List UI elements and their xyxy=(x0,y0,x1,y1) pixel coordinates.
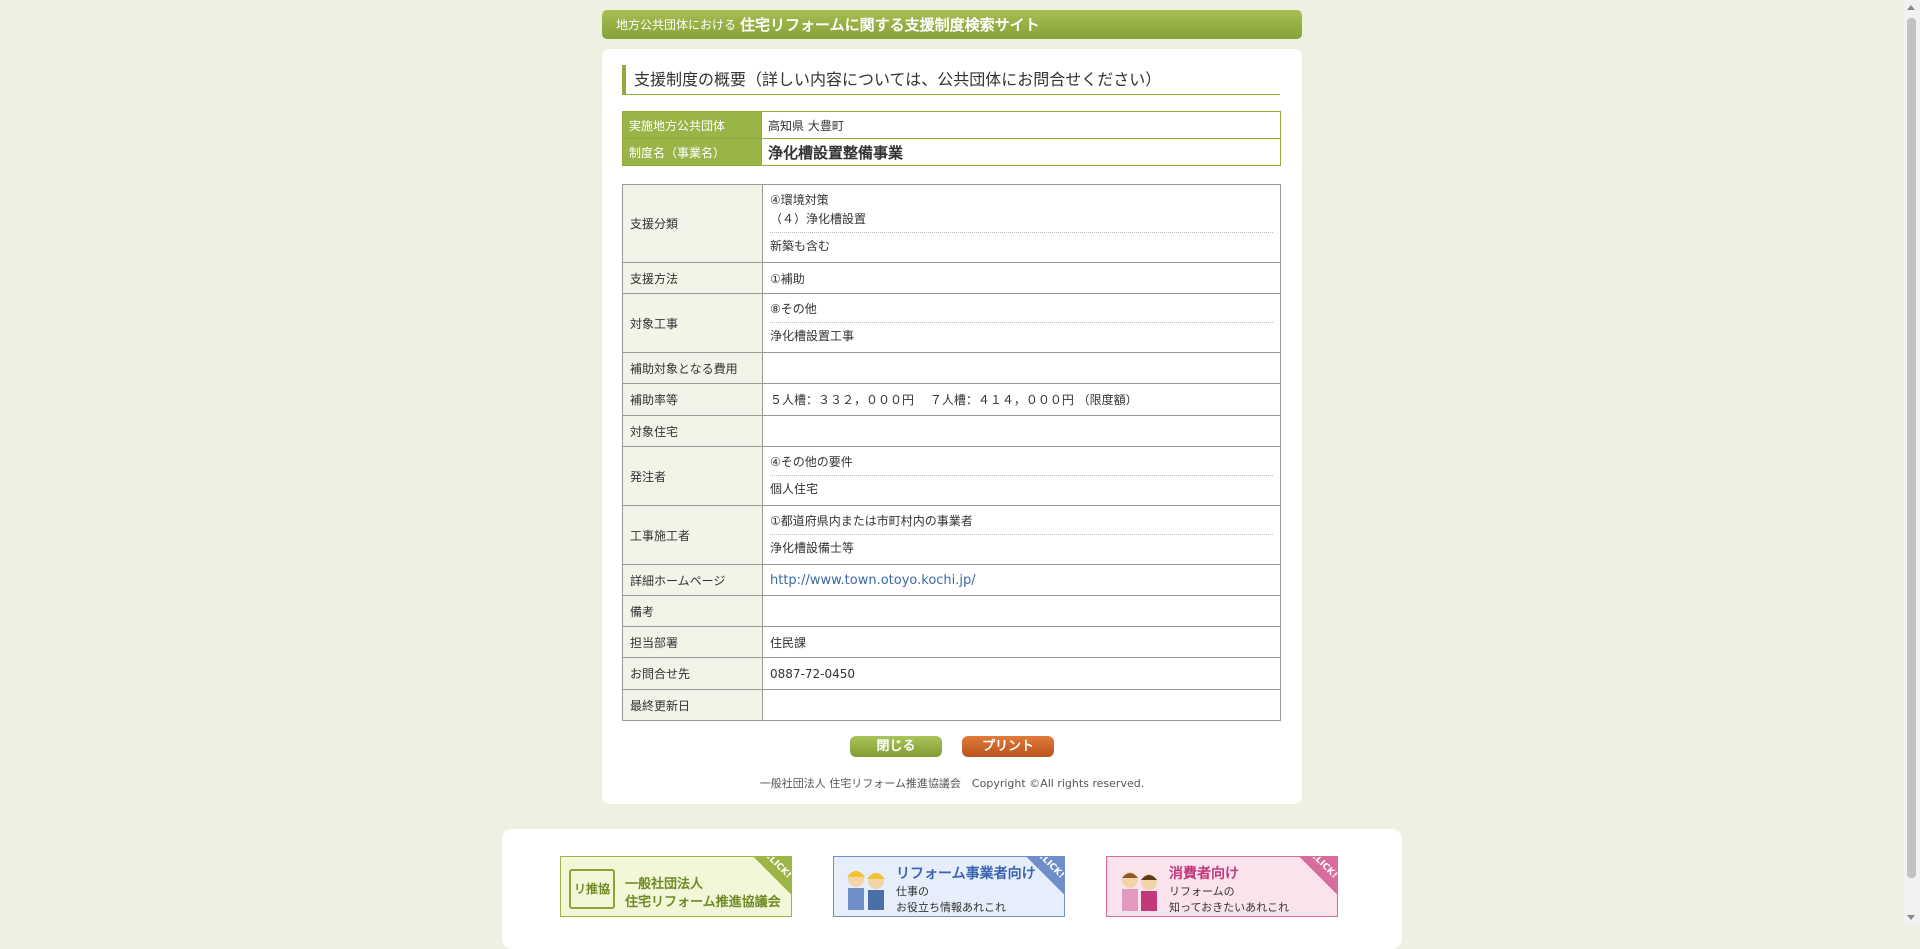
contractor-value: ①都道府県内または市町村内の事業者 浄化槽設備士等 xyxy=(762,505,1281,565)
summary-table: 実施地方公共団体 高知県 大豊町 制度名（事業名） 浄化槽設置整備事業 xyxy=(622,111,1281,166)
homepage-link[interactable]: http://www.town.otoyo.kochi.jp/ xyxy=(770,573,976,588)
target-work-label: 対象工事 xyxy=(622,293,763,353)
copyright-text: 一般社団法人 住宅リフォーム推進協議会 Copyright ©All right… xyxy=(759,777,1145,790)
table-row: 実施地方公共団体 高知県 大豊町 xyxy=(622,111,1281,139)
rate-value: ５人槽：３３２，０００円 ７人槽：４１４，０００円 （限度額） xyxy=(762,383,1281,416)
table-row: 担当部署 住民課 xyxy=(622,626,1281,658)
consumers-icon xyxy=(1122,872,1157,911)
target-work-note: 浄化槽設置工事 xyxy=(770,329,855,343)
target-house-value xyxy=(762,415,1281,447)
table-row: 対象住宅 xyxy=(622,415,1281,447)
table-row: 備考 xyxy=(622,595,1281,627)
table-row: 支援分類 ④環境対策 （４）浄化槽設置 新築も含む xyxy=(622,184,1281,263)
target-work-main: ⑧その他 xyxy=(770,302,817,316)
table-row: 対象工事 ⑧その他 浄化槽設置工事 xyxy=(622,293,1281,353)
contact-value: 0887-72-0450 xyxy=(762,657,1281,690)
program-label: 制度名（事業名） xyxy=(622,138,762,166)
scrollbar-thumb[interactable] xyxy=(1907,18,1916,878)
divider xyxy=(770,322,1273,323)
target-work-value: ⑧その他 浄化槽設置工事 xyxy=(762,293,1281,353)
municipality-value: 高知県 大豊町 xyxy=(761,111,1281,139)
banner-text: リフォームの xyxy=(1169,885,1235,898)
scroll-down-icon[interactable] xyxy=(1907,915,1915,920)
association-logo: リ推協 xyxy=(569,869,615,909)
table-row: 制度名（事業名） 浄化槽設置整備事業 xyxy=(622,138,1281,166)
header-prefix: 地方公共団体における xyxy=(616,18,737,32)
contractor-label: 工事施工者 xyxy=(622,505,763,565)
click-ribbon: CLICK! xyxy=(748,857,791,895)
banner-text: 消費者向け xyxy=(1169,866,1239,882)
association-banner[interactable]: リ推協 一般社団法人 住宅リフォーム推進協議会 CLICK! xyxy=(560,856,792,917)
method-label: 支援方法 xyxy=(622,262,763,294)
target-house-label: 対象住宅 xyxy=(622,415,763,447)
category-label: 支援分類 xyxy=(622,184,763,263)
client-value: ④その他の要件 個人住宅 xyxy=(762,446,1281,506)
remarks-value xyxy=(762,595,1281,627)
category-line1: ④環境対策 xyxy=(770,193,829,207)
divider xyxy=(770,232,1273,233)
close-button[interactable]: 閉じる xyxy=(850,736,942,757)
table-row: 補助対象となる費用 xyxy=(622,352,1281,384)
divider xyxy=(770,534,1273,535)
program-name: 浄化槽設置整備事業 xyxy=(761,138,1281,166)
table-row: 最終更新日 xyxy=(622,689,1281,721)
contractor-note: 浄化槽設備士等 xyxy=(770,541,855,555)
banner-text: お役立ち情報あれこれ xyxy=(896,901,1006,914)
business-banner[interactable]: リフォーム事業者向け 仕事の お役立ち情報あれこれ CLICK! xyxy=(833,856,1065,917)
banner-text: リフォーム事業者向け xyxy=(896,866,1036,882)
scroll-up-icon[interactable] xyxy=(1907,5,1915,10)
table-row: お問合せ先 0887-72-0450 xyxy=(622,657,1281,690)
homepage-cell: http://www.town.otoyo.kochi.jp/ xyxy=(762,564,1281,596)
contact-label: お問合せ先 xyxy=(622,657,763,690)
main-panel: 支援制度の概要（詳しい内容については、公共団体にお問合せください） 実施地方公共… xyxy=(602,49,1302,804)
table-row: 支援方法 ①補助 xyxy=(622,262,1281,294)
category-value: ④環境対策 （４）浄化槽設置 新築も含む xyxy=(762,184,1281,263)
department-value: 住民課 xyxy=(762,626,1281,658)
department-label: 担当部署 xyxy=(622,626,763,658)
client-label: 発注者 xyxy=(622,446,763,506)
banner-text: 知っておきたいあれこれ xyxy=(1169,901,1290,914)
footer-banners: リ推協 一般社団法人 住宅リフォーム推進協議会 CLICK! リフォーム事業者向… xyxy=(502,829,1402,949)
workers-icon xyxy=(847,871,885,910)
table-row: 詳細ホームページ http://www.town.otoyo.kochi.jp/ xyxy=(622,564,1281,596)
eligible-cost-value xyxy=(762,352,1281,384)
section-title: 支援制度の概要（詳しい内容については、公共団体にお問合せください） xyxy=(622,65,1280,95)
updated-label: 最終更新日 xyxy=(622,689,763,721)
vertical-scrollbar[interactable] xyxy=(1903,0,1920,925)
client-main: ④その他の要件 xyxy=(770,455,853,469)
print-button[interactable]: プリント xyxy=(962,736,1054,757)
table-row: 補助率等 ５人槽：３３２，０００円 ７人槽：４１４，０００円 （限度額） xyxy=(622,383,1281,416)
table-row: 発注者 ④その他の要件 個人住宅 xyxy=(622,446,1281,506)
banner-text: 住宅リフォーム推進協議会 xyxy=(625,895,781,910)
method-value: ①補助 xyxy=(762,262,1281,294)
banner-text: 仕事の xyxy=(896,885,929,898)
category-note: 新築も含む xyxy=(770,239,831,253)
eligible-cost-label: 補助対象となる費用 xyxy=(622,352,763,384)
details-table: 支援分類 ④環境対策 （４）浄化槽設置 新築も含む 支援方法 ①補助 対象工事 … xyxy=(622,184,1281,721)
table-row: 工事施工者 ①都道府県内または市町村内の事業者 浄化槽設備士等 xyxy=(622,505,1281,565)
contractor-main: ①都道府県内または市町村内の事業者 xyxy=(770,514,973,528)
banner-text: 一般社団法人 xyxy=(625,877,704,892)
remarks-label: 備考 xyxy=(622,595,763,627)
click-ribbon: CLICK! xyxy=(1294,857,1337,895)
site-title: 住宅リフォームに関する支援制度検索サイト xyxy=(740,16,1040,34)
homepage-label: 詳細ホームページ xyxy=(622,564,763,596)
site-header: 地方公共団体における 住宅リフォームに関する支援制度検索サイト xyxy=(602,10,1302,39)
divider xyxy=(770,475,1273,476)
consumer-banner[interactable]: 消費者向け リフォームの 知っておきたいあれこれ CLICK! xyxy=(1106,856,1338,917)
client-note: 個人住宅 xyxy=(770,482,819,496)
category-line2: （４）浄化槽設置 xyxy=(770,212,867,226)
municipality-label: 実施地方公共団体 xyxy=(622,111,762,139)
updated-value xyxy=(762,689,1281,721)
rate-label: 補助率等 xyxy=(622,383,763,416)
